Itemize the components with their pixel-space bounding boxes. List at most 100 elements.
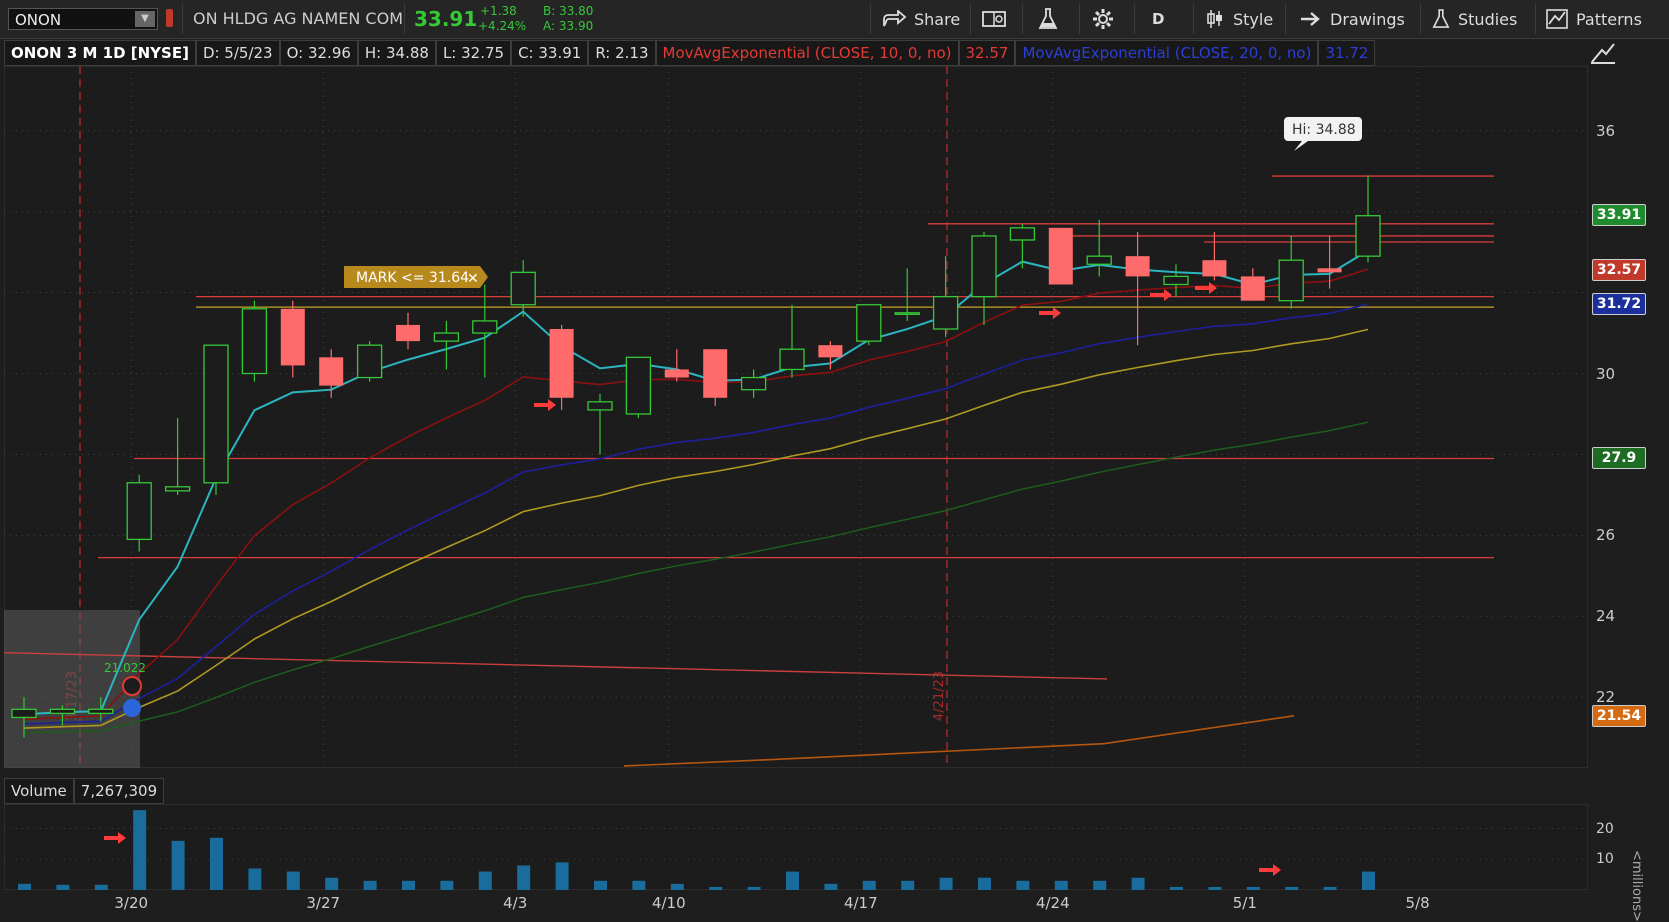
price-alert-tag[interactable]: MARK <= 31.64✕ [344, 266, 488, 288]
arrow-right-icon [1301, 12, 1320, 26]
candle-body [396, 324, 420, 342]
volume-bar [939, 877, 953, 890]
chart-mode-button[interactable] [1590, 42, 1618, 64]
price-axis[interactable]: 36 30 26 24 22 33.91 32.57 31.72 27.9 21.54 [1588, 66, 1669, 768]
flask-icon [1038, 8, 1058, 29]
trend-icon [1591, 43, 1615, 64]
volume-bar [1016, 880, 1030, 890]
price-chart[interactable]: 3/17/234/21/23 MARK <= 31.64✕Hi: 34.8821… [4, 66, 1588, 768]
candle-body [549, 328, 574, 398]
candle-body [164, 486, 191, 492]
patterns-label: Patterns [1576, 9, 1642, 29]
alert-tag-label: MARK <= 31.64 [356, 270, 469, 286]
candle-body [433, 332, 460, 342]
date-tick-label: 4/24 [1035, 894, 1070, 912]
close-icon[interactable]: ✕ [467, 271, 479, 287]
candle-body [818, 345, 843, 358]
price-badge: 31.72 [1592, 292, 1646, 315]
small-price-label: 21.022 [104, 661, 146, 675]
aggregation-value: D [1152, 10, 1165, 28]
price-badge: 33.91 [1592, 204, 1646, 227]
flexible-grid-button[interactable] [982, 0, 1006, 38]
gear-icon [1093, 9, 1113, 29]
ema20-label[interactable]: MovAvgExponential (CLOSE, 20, 0, no) [1015, 40, 1319, 66]
candle-body [1048, 227, 1073, 285]
alert-marker-icon[interactable] [166, 9, 173, 27]
symbol-input[interactable]: ONON ▼ [8, 8, 158, 30]
date-tick-label: 4/10 [651, 894, 686, 912]
candle-body [11, 708, 37, 719]
divider [1193, 4, 1194, 34]
percent-change: +4.24% [478, 19, 527, 33]
share-button[interactable]: Share [882, 0, 960, 38]
candle-body [280, 308, 305, 366]
divider [1420, 4, 1421, 34]
volume-bar [555, 862, 569, 890]
divider [404, 4, 405, 34]
net-change: +1.38 [480, 4, 517, 18]
flask-icon [1432, 9, 1450, 28]
zoom-selection [4, 610, 140, 768]
ema10-label[interactable]: MovAvgExponential (CLOSE, 10, 0, no) [655, 40, 959, 66]
volume-bar [248, 868, 262, 890]
ask-price: A: 33.90 [543, 19, 594, 33]
studies-lab-button[interactable] [1038, 0, 1058, 38]
divider [970, 4, 971, 34]
patterns-icon [1546, 9, 1568, 29]
ema20-value: 31.72 [1318, 40, 1376, 66]
volume-label: Volume [4, 778, 74, 804]
volume-bar [133, 810, 147, 890]
chart-title: ONON 3 M 1D [NYSE] [4, 40, 196, 66]
candle-body [510, 271, 536, 306]
drawings-menu-button[interactable]: Drawings [1300, 0, 1405, 38]
aggregation-dropdown[interactable]: D [1152, 0, 1164, 38]
candle-body [356, 344, 383, 379]
symbol-dropdown-icon[interactable]: ▼ [135, 11, 155, 27]
high-readout: H: 34.88 [357, 40, 436, 66]
candle-body [1009, 227, 1036, 241]
candle-body [1240, 276, 1265, 301]
volume-bar [363, 880, 377, 890]
divider [1285, 4, 1286, 34]
volume-chart[interactable] [4, 804, 1588, 890]
event-date-label: 4/21/23 [932, 671, 947, 721]
candle-body [1163, 275, 1189, 286]
candle-body [203, 344, 229, 484]
earnings-event-icon[interactable] [122, 676, 142, 696]
volume-bar [901, 880, 915, 890]
price-tick-label: 36 [1596, 121, 1616, 140]
high-bubble-label: Hi: 34.88 [1292, 122, 1356, 138]
range-readout: R: 2.13 [588, 40, 656, 66]
price-tick-label: 24 [1596, 607, 1616, 626]
candle-body [779, 348, 805, 371]
volume-bar [1131, 877, 1145, 890]
volume-bar [632, 880, 646, 890]
volume-bar [786, 871, 799, 890]
candle-body [587, 401, 613, 411]
candle-body [894, 312, 920, 315]
candle-body [625, 356, 652, 415]
share-label: Share [914, 9, 961, 29]
candle-body [1202, 260, 1227, 277]
volume-header: Volume 7,267,309 [4, 776, 165, 804]
candle-body [664, 369, 689, 378]
studies-menu-button[interactable]: Studies [1432, 0, 1517, 38]
info-event-icon[interactable] [123, 699, 141, 717]
grid-icon [982, 11, 1006, 27]
settings-button[interactable] [1092, 0, 1114, 38]
date-tick-label: 3/27 [306, 894, 341, 912]
candle-body [1125, 256, 1150, 277]
patterns-menu-button[interactable]: Patterns [1546, 0, 1642, 38]
style-menu-button[interactable]: Style [1205, 0, 1273, 38]
volume-bar [862, 880, 876, 890]
price-tick-label: 26 [1596, 526, 1616, 545]
candle-body [241, 308, 268, 375]
candle-body [1317, 268, 1342, 273]
studies-label: Studies [1458, 9, 1518, 29]
candle-body [319, 357, 344, 386]
volume-bar [402, 880, 415, 890]
bid-price: B: 33.80 [543, 4, 594, 18]
symbol-text: ONON [15, 11, 62, 29]
date-tick-label: 4/17 [843, 894, 878, 912]
price-badge: 32.57 [1592, 258, 1646, 281]
